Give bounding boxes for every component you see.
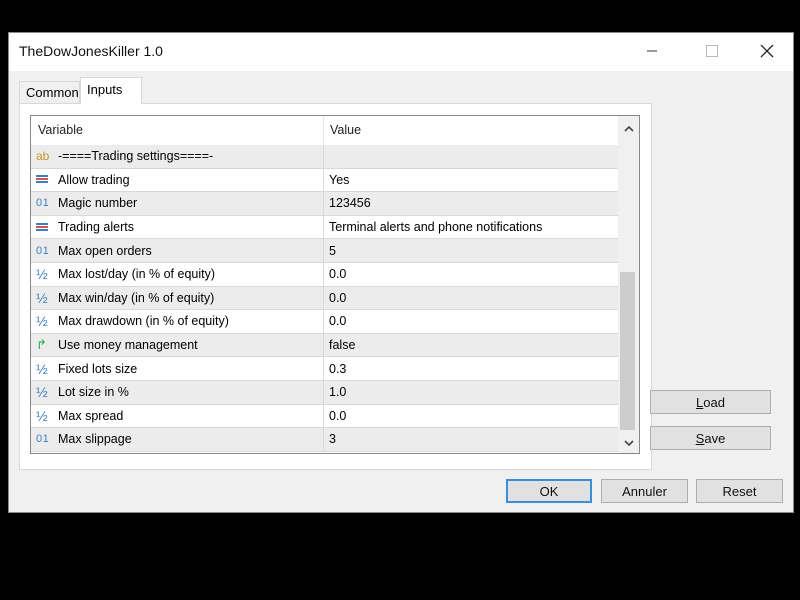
save-label: ave	[704, 430, 726, 446]
table-row[interactable]: ½ Lot size in % 1.0	[31, 380, 618, 405]
scroll-thumb[interactable]	[620, 272, 635, 430]
tab-common[interactable]: Common	[19, 81, 80, 103]
close-icon	[760, 44, 774, 58]
variable-cell: Allow trading	[31, 168, 324, 192]
save-button[interactable]: Save	[650, 426, 771, 450]
table-row[interactable]: ½ Max lost/day (in % of equity) 0.0	[31, 262, 618, 287]
reset-button[interactable]: Reset	[696, 479, 783, 503]
double-icon: ½	[36, 266, 48, 283]
value-cell[interactable]: 0.0	[324, 287, 346, 310]
value-cell[interactable]: Yes	[324, 169, 349, 192]
window-title: TheDowJonesKiller 1.0	[19, 43, 163, 59]
tab-inputs[interactable]: Inputs	[80, 77, 142, 104]
chevron-up-icon	[623, 125, 634, 132]
grid-header: Variable Value	[31, 116, 618, 145]
close-button[interactable]	[744, 33, 790, 69]
table-row[interactable]: ½ Max drawdown (in % of equity) 0.0	[31, 310, 618, 334]
variable-cell: Trading alerts	[31, 215, 324, 239]
table-row[interactable]: Allow trading Yes	[31, 168, 618, 193]
variable-cell: ↱ Use money management	[31, 333, 324, 357]
column-header-value[interactable]: Value	[324, 116, 361, 145]
table-row[interactable]: ab -====Trading settings====-	[31, 145, 618, 169]
string-icon: ab	[36, 149, 50, 164]
load-button[interactable]: Load	[650, 390, 771, 414]
value-cell[interactable]: 123456	[324, 192, 371, 215]
chevron-down-icon	[623, 439, 634, 446]
variable-cell: 01 Max slippage	[31, 428, 324, 451]
variable-name: -====Trading settings====-	[58, 149, 214, 164]
save-accel: S	[695, 430, 705, 446]
variable-name: Max drawdown (in % of equity)	[58, 314, 229, 329]
integer-icon: 01	[36, 197, 50, 210]
variable-name: Magic number	[58, 196, 138, 211]
table-row[interactable]: 01 Magic number 123456	[31, 192, 618, 216]
table-row[interactable]: ½ Fixed lots size 0.3	[31, 357, 618, 381]
inputs-grid: Variable Value ab -====Trading settings==…	[30, 115, 640, 454]
grid-rows: ab -====Trading settings====- Allow tradin…	[31, 145, 618, 452]
title-bar: TheDowJonesKiller 1.0	[9, 33, 793, 71]
value-cell[interactable]: 5	[324, 239, 336, 262]
bool-icon: ↱	[36, 337, 47, 353]
variable-name: Lot size in %	[58, 385, 129, 400]
minimize-icon	[647, 50, 657, 52]
scroll-up-button[interactable]	[618, 118, 639, 138]
variable-name: Use money management	[58, 338, 198, 353]
value-cell[interactable]: 0.3	[324, 357, 346, 380]
table-row[interactable]: Trading alerts Terminal alerts and phone …	[31, 215, 618, 240]
value-cell[interactable]: false	[324, 334, 355, 357]
double-icon: ½	[36, 313, 48, 330]
table-row[interactable]: 01 Max open orders 5	[31, 239, 618, 263]
value-cell[interactable]: 0.0	[324, 310, 346, 333]
cancel-button[interactable]: Annuler	[601, 479, 688, 503]
variable-cell: ½ Fixed lots size	[31, 357, 324, 380]
variable-name: Allow trading	[58, 172, 130, 187]
double-icon: ½	[36, 384, 48, 401]
value-cell[interactable]: 0.0	[324, 405, 346, 428]
double-icon: ½	[36, 407, 48, 424]
variable-name: Max open orders	[58, 243, 152, 258]
maximize-button[interactable]	[689, 33, 735, 69]
double-icon: ½	[36, 360, 48, 377]
variable-name: Max win/day (in % of equity)	[58, 290, 215, 305]
variable-cell: ½ Max lost/day (in % of equity)	[31, 262, 324, 286]
integer-icon: 01	[36, 433, 50, 446]
variable-name: Max slippage	[58, 432, 132, 447]
load-label: oad	[703, 394, 725, 410]
table-row[interactable]: ½ Max win/day (in % of equity) 0.0	[31, 286, 618, 311]
variable-cell: ½ Max spread	[31, 404, 324, 428]
minimize-button[interactable]	[629, 33, 675, 69]
column-header-variable[interactable]: Variable	[31, 116, 324, 145]
value-cell[interactable]: 0.0	[324, 263, 346, 286]
variable-cell: ½ Max drawdown (in % of equity)	[31, 310, 324, 333]
vertical-scrollbar[interactable]	[618, 116, 639, 453]
table-row[interactable]: ½ Max spread 0.0	[31, 404, 618, 429]
dialog-window: TheDowJonesKiller 1.0 Common Inputs Vari…	[8, 32, 794, 513]
variable-name: Max spread	[58, 408, 124, 423]
table-row[interactable]: 01 Max slippage 3	[31, 428, 618, 452]
double-icon: ½	[36, 289, 48, 306]
integer-icon: 01	[36, 244, 50, 257]
enum-icon	[36, 222, 48, 233]
variable-name: Fixed lots size	[58, 361, 138, 376]
variable-cell: ab -====Trading settings====-	[31, 145, 324, 168]
variable-cell: 01 Max open orders	[31, 239, 324, 262]
scroll-down-button[interactable]	[618, 433, 639, 453]
variable-cell: ½ Lot size in %	[31, 380, 324, 404]
variable-cell: 01 Magic number	[31, 192, 324, 215]
load-accel: L	[696, 394, 704, 410]
value-cell[interactable]: 3	[324, 428, 336, 451]
variable-name: Trading alerts	[58, 220, 134, 235]
variable-cell: ½ Max win/day (in % of equity)	[31, 286, 324, 310]
value-cell[interactable]: 1.0	[324, 381, 346, 404]
value-cell[interactable]: Terminal alerts and phone notifications	[324, 216, 542, 239]
ok-button[interactable]: OK	[506, 479, 592, 503]
variable-name: Max lost/day (in % of equity)	[58, 267, 216, 282]
table-row[interactable]: ↱ Use money management false	[31, 333, 618, 358]
enum-icon	[36, 174, 48, 185]
value-cell[interactable]	[324, 145, 329, 168]
maximize-icon	[706, 45, 718, 57]
